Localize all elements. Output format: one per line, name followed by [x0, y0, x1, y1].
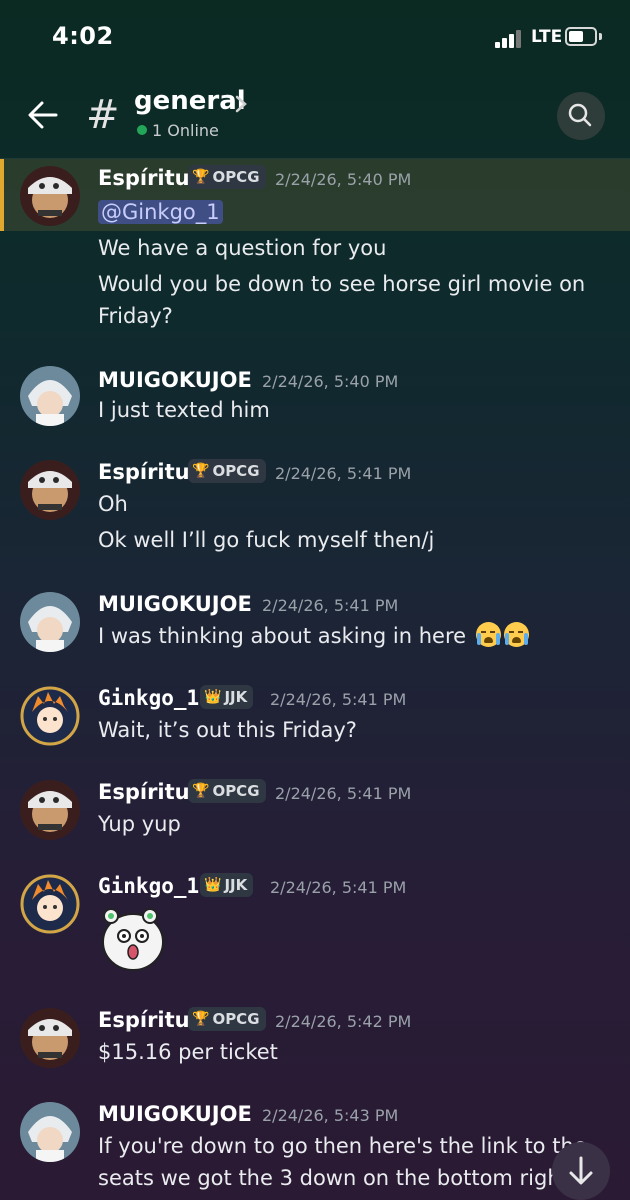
role-tag: 👑 JJK — [200, 685, 254, 709]
loudly-crying-face-icon — [475, 622, 501, 647]
user-mention[interactable]: @Ginkgo_1 — [98, 200, 223, 224]
username[interactable]: Espíritu — [98, 1008, 190, 1032]
timestamp: 2/24/26, 5:41 PM — [262, 596, 399, 615]
username[interactable]: Espíritu — [98, 780, 190, 804]
arrow-left-icon[interactable] — [26, 98, 60, 132]
timestamp: 2/24/26, 5:41 PM — [270, 878, 407, 897]
avatar[interactable] — [20, 460, 80, 520]
tag-label: OPCG — [212, 462, 260, 480]
message-line: I was thinking about asking in here — [98, 622, 529, 648]
status-time: 4:02 — [52, 22, 114, 50]
signal-icon — [495, 30, 523, 48]
battery-icon — [565, 27, 597, 46]
timestamp: 2/24/26, 5:41 PM — [275, 784, 412, 803]
username[interactable]: Ginkgo_1 — [98, 874, 199, 898]
search-button[interactable] — [557, 92, 605, 140]
trophy-icon: 🏆 — [192, 783, 210, 799]
trophy-icon: 🏆 — [192, 1011, 210, 1027]
timestamp: 2/24/26, 5:41 PM — [270, 690, 407, 709]
message-line: seats we got the 3 down on the bottom ri… — [98, 1166, 569, 1190]
role-tag: 🏆 OPCG — [188, 165, 266, 189]
username[interactable]: MUIGOKUJOE — [98, 592, 252, 616]
search-icon — [568, 103, 592, 127]
role-tag: 👑 JJK — [200, 873, 254, 897]
username[interactable]: MUIGOKUJOE — [98, 1102, 252, 1126]
tag-label: JJK — [224, 876, 248, 894]
crown-icon: 👑 — [204, 689, 222, 705]
tag-label: JJK — [224, 688, 248, 706]
timestamp: 2/24/26, 5:40 PM — [275, 170, 412, 189]
trophy-icon: 🏆 — [192, 463, 210, 479]
timestamp: 2/24/26, 5:40 PM — [262, 372, 399, 391]
avatar[interactable] — [20, 366, 80, 426]
message-line: We have a question for you — [98, 236, 387, 260]
message-line: Wait, it’s out this Friday? — [98, 718, 357, 742]
avatar[interactable] — [20, 686, 80, 746]
chevron-right-icon[interactable] — [234, 94, 248, 114]
role-tag: 🏆 OPCG — [188, 1007, 266, 1031]
battery-tip — [599, 33, 602, 40]
arrow-down-icon — [569, 1156, 593, 1185]
online-dot-icon — [137, 125, 147, 135]
tag-label: OPCG — [212, 1010, 260, 1028]
timestamp: 2/24/26, 5:43 PM — [262, 1106, 399, 1125]
avatar[interactable] — [20, 1102, 80, 1162]
timestamp: 2/24/26, 5:41 PM — [275, 464, 412, 483]
tag-label: OPCG — [212, 168, 260, 186]
shocked-hamster-sticker[interactable] — [98, 900, 168, 975]
jump-to-bottom-button[interactable] — [552, 1142, 610, 1200]
online-count: 1 Online — [152, 121, 219, 140]
status-bar: 4:02 LTE — [0, 0, 630, 78]
message-line: Friday? — [98, 304, 173, 328]
username[interactable]: MUIGOKUJOE — [98, 368, 252, 392]
message-line: Oh — [98, 492, 128, 516]
avatar[interactable] — [20, 592, 80, 652]
avatar[interactable] — [20, 166, 80, 226]
message-line: I just texted him — [98, 398, 270, 422]
timestamp: 2/24/26, 5:42 PM — [275, 1012, 412, 1031]
message-line: If you're down to go then here's the lin… — [98, 1134, 587, 1158]
hash-icon: # — [86, 92, 120, 138]
loudly-crying-face-icon — [503, 622, 529, 647]
role-tag: 🏆 OPCG — [188, 459, 266, 483]
channel-header: # general 1 Online — [0, 78, 630, 158]
avatar[interactable] — [20, 1008, 80, 1068]
avatar[interactable] — [20, 780, 80, 840]
trophy-icon: 🏆 — [192, 169, 210, 185]
username[interactable]: Espíritu — [98, 460, 190, 484]
avatar[interactable] — [20, 874, 80, 934]
message-text: I was thinking about asking in here — [98, 624, 467, 648]
message-line: Yup yup — [98, 812, 181, 836]
message-line: Ok well I’ll go fuck myself then/j — [98, 528, 435, 552]
username[interactable]: Ginkgo_1 — [98, 686, 199, 710]
message-line: Would you be down to see horse girl movi… — [98, 272, 586, 296]
role-tag: 🏆 OPCG — [188, 779, 266, 803]
username[interactable]: Espíritu — [98, 166, 190, 190]
tag-label: OPCG — [212, 782, 260, 800]
message-line: @Ginkgo_1 — [98, 200, 223, 224]
crown-icon: 👑 — [204, 877, 222, 893]
message-line: $15.16 per ticket — [98, 1040, 278, 1064]
network-label: LTE — [531, 27, 563, 47]
channel-name[interactable]: general — [134, 86, 246, 116]
